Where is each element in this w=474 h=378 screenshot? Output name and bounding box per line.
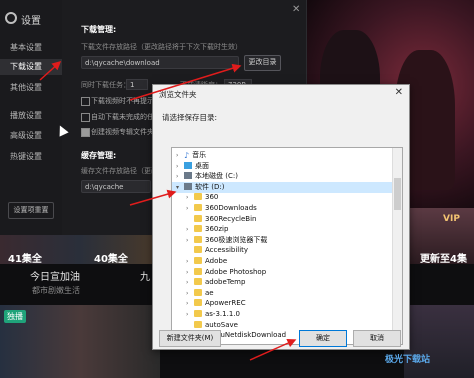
arrow: [249, 338, 297, 361]
arrow: [129, 63, 242, 101]
annotation-arrows: [39, 60, 297, 361]
arrow: [39, 60, 62, 81]
arrow: [129, 189, 177, 206]
